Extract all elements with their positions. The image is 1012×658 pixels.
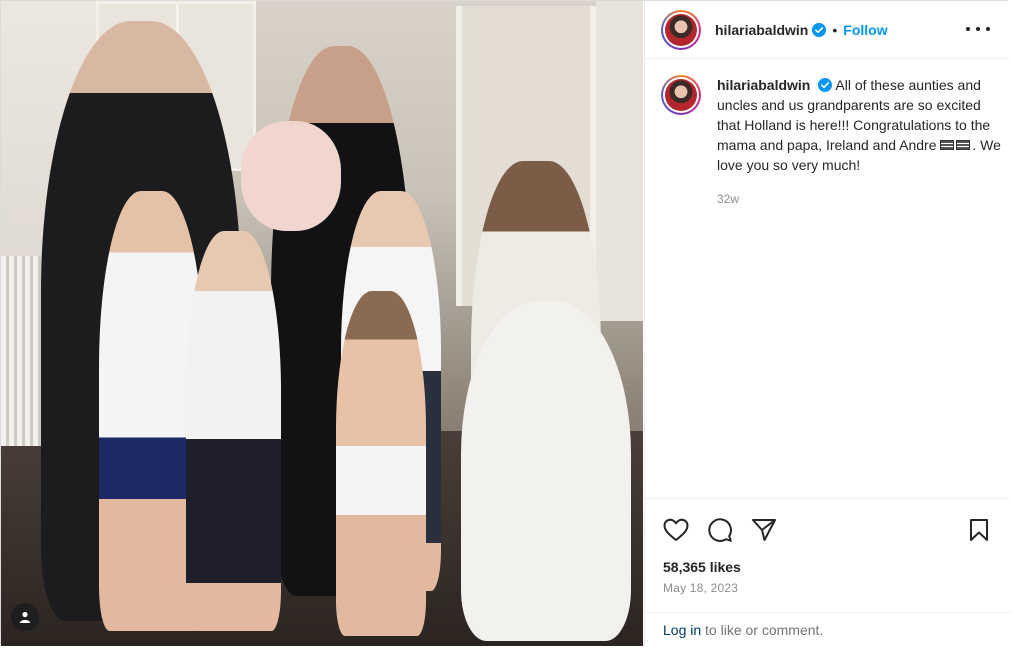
tagged-user-icon[interactable]: [11, 603, 39, 631]
username-link[interactable]: hilariabaldwin: [715, 22, 808, 38]
instagram-post-window: hilariabaldwin • Follow hilariabaldwin A…: [0, 0, 1010, 648]
post-header: hilariabaldwin • Follow: [645, 1, 1010, 59]
post-time-ago[interactable]: 32w: [717, 189, 1001, 209]
verified-badge-icon: [812, 22, 827, 37]
verified-badge-icon: [818, 78, 833, 92]
login-prompt: Log in to like or comment.: [645, 612, 1010, 649]
follow-button[interactable]: Follow: [843, 22, 887, 38]
caption-username-link[interactable]: hilariabaldwin: [717, 77, 810, 93]
avatar[interactable]: [661, 9, 701, 50]
comment-icon[interactable]: [707, 517, 733, 543]
more-options-icon[interactable]: [966, 19, 990, 39]
photo-person-child: [186, 231, 281, 631]
separator-dot: •: [832, 21, 838, 38]
action-icons: [663, 517, 777, 543]
bookmark-icon[interactable]: [966, 517, 992, 543]
avatar[interactable]: [661, 75, 701, 115]
photo-wall-right: [596, 1, 643, 321]
share-icon[interactable]: [751, 517, 777, 543]
post-actions: 58,365 likes May 18, 2023 Log in to like…: [645, 498, 1010, 648]
flag-icon: [940, 140, 955, 150]
post-side-panel: hilariabaldwin • Follow hilariabaldwin A…: [644, 1, 1010, 648]
login-prompt-text: to like or comment.: [701, 622, 824, 638]
post-photo[interactable]: [1, 1, 643, 646]
login-link[interactable]: Log in: [663, 622, 701, 638]
caption-body: hilariabaldwin All of these aunties and …: [717, 75, 1001, 209]
flag-icon: [956, 140, 971, 150]
photo-person-toddler: [336, 291, 426, 636]
photo-baby: [241, 121, 341, 231]
post-date: May 18, 2023: [663, 581, 739, 595]
likes-count[interactable]: 58,365 likes: [663, 559, 741, 575]
photo-radiator: [1, 256, 41, 446]
heart-icon[interactable]: [663, 517, 689, 543]
photo-child-in-towel: [461, 301, 631, 641]
post-caption: hilariabaldwin All of these aunties and …: [661, 75, 1001, 209]
